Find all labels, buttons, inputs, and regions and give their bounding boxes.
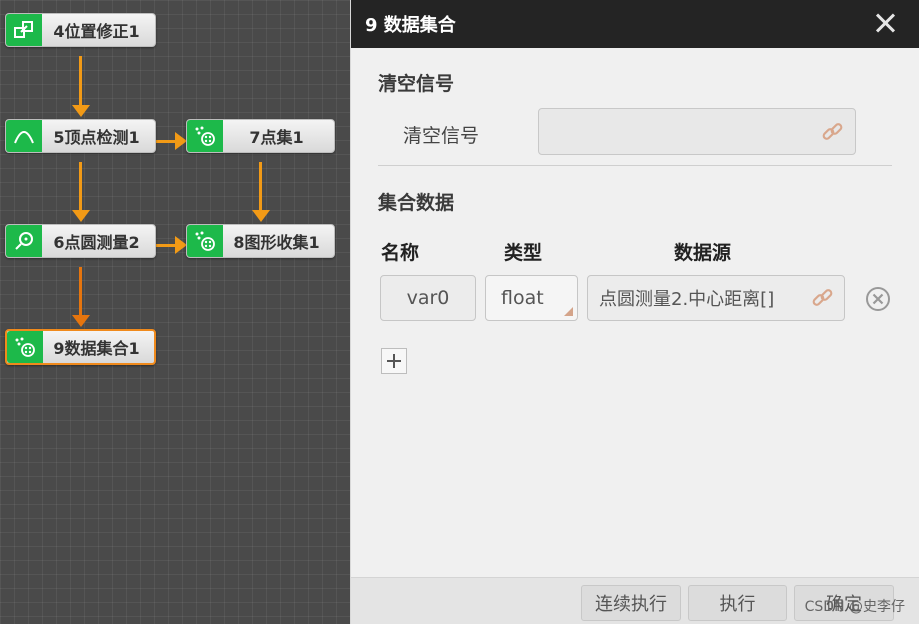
watermark: CSDN @史李仔: [804, 599, 905, 615]
node-label: 6点圆测量2: [53, 233, 140, 252]
node-circle-measure[interactable]: 6点圆测量2: [5, 224, 156, 258]
position-correction-icon: [6, 14, 42, 46]
peak-curve-icon: [6, 120, 42, 152]
node-shape-collect[interactable]: 8图形收集1: [186, 224, 335, 258]
node-label: 5顶点检测1: [53, 128, 140, 147]
section-divider: [378, 165, 892, 166]
node-data-collection[interactable]: 9数据集合1: [5, 329, 156, 365]
column-header-type: 类型: [504, 242, 543, 264]
circle-measure-icon: [6, 225, 42, 257]
row-type-select[interactable]: float: [485, 275, 578, 321]
connector-5-7: [156, 140, 176, 143]
panel-title: 9 数据集合: [365, 15, 456, 36]
dropdown-corner-icon: [564, 307, 573, 316]
continuous-execute-button[interactable]: 连续执行: [581, 585, 681, 621]
node-point-set[interactable]: 7点集1: [186, 119, 335, 153]
properties-panel: 9 数据集合 清空信号 清空信号 集合数据 名称 类型 数据源 var0 flo…: [350, 0, 919, 624]
node-vertex-detection[interactable]: 5顶点检测1: [5, 119, 156, 153]
row-type-value: float: [501, 287, 544, 309]
node-label: 7点集1: [249, 128, 304, 147]
row-source-input[interactable]: 点圆测量2.中心距离[]: [587, 275, 845, 321]
panel-titlebar: 9 数据集合: [351, 0, 919, 48]
point-collect-icon: [187, 225, 223, 257]
point-collect-icon: [7, 331, 43, 363]
row-source-value: 点圆测量2.中心距离[]: [599, 289, 775, 310]
connector-6-8: [156, 244, 176, 247]
row-name-value: var0: [406, 287, 450, 309]
point-collect-icon: [187, 120, 223, 152]
collect-data-section-title: 集合数据: [378, 192, 455, 214]
connector-7-8: [259, 162, 262, 212]
add-row-button[interactable]: [381, 348, 407, 374]
clear-signal-input[interactable]: [538, 108, 856, 155]
node-position-correction[interactable]: 4位置修正1: [5, 13, 156, 47]
column-header-name: 名称: [381, 242, 420, 264]
row-name-input[interactable]: var0: [380, 275, 476, 321]
node-label: 8图形收集1: [233, 233, 320, 252]
link-icon[interactable]: [821, 121, 845, 143]
remove-row-icon[interactable]: [865, 286, 891, 312]
connector-5-6-arrowhead: [72, 210, 90, 222]
link-icon[interactable]: [811, 287, 835, 309]
connector-4-5-arrowhead: [72, 105, 90, 117]
execute-button[interactable]: 执行: [688, 585, 787, 621]
close-icon[interactable]: [873, 11, 897, 35]
connector-6-9-arrowhead: [72, 315, 90, 327]
connector-7-8-arrowhead: [252, 210, 270, 222]
clear-signal-label: 清空信号: [403, 125, 480, 147]
connector-5-6: [79, 162, 82, 212]
column-header-source: 数据源: [674, 242, 732, 264]
node-label: 9数据集合1: [53, 339, 140, 358]
connector-4-5: [79, 56, 82, 108]
panel-footer: 连续执行 执行 确定 CSDN @史李仔: [351, 577, 919, 624]
clear-signal-section-title: 清空信号: [378, 73, 455, 95]
flow-canvas[interactable]: 4位置修正1 5顶点检测1 7点集1 6点圆测量2 8图形收集1 9数据集合1: [0, 0, 350, 624]
node-label: 4位置修正1: [53, 22, 140, 41]
connector-6-9: [79, 267, 82, 317]
